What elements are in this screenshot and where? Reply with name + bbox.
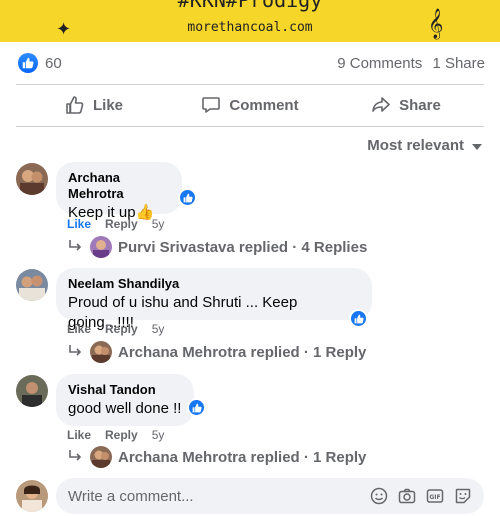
comment-author[interactable]: Archana Mehrotra [68,170,170,202]
avatar[interactable] [16,269,48,301]
reply-arrow-icon [68,449,82,466]
shares-count-link[interactable]: 1 Share [432,55,485,72]
reply-avatar [90,341,112,363]
comment-timestamp[interactable]: 5y [152,322,165,336]
reply-avatar [90,236,112,258]
comment-text: good well done !! [68,400,182,417]
banner-site: morethancoal.com [187,20,313,35]
comment-meta: Like Reply 5y [67,217,164,231]
emoji-icon[interactable] [370,487,388,505]
comment-timestamp[interactable]: 5y [152,217,165,231]
composer-tools: GIF [370,487,472,505]
stats-links: 9 Comments 1 Share [331,55,485,72]
reply-avatar [90,446,112,468]
like-button[interactable]: Like [16,86,172,124]
view-replies-link[interactable]: Purvi Srivastava replied · 4 Replies [68,236,367,258]
comment-input[interactable]: Write a comment... GIF [56,478,484,514]
comment-like-button[interactable]: Like [67,217,91,231]
comment-reply-button[interactable]: Reply [105,322,138,336]
comment-bubble-icon [201,95,221,115]
replies-summary: Archana Mehrotra replied · 1 Reply [118,343,367,361]
comment-like-button[interactable]: Like [67,322,91,336]
like-label: Like [92,96,123,114]
share-arrow-icon [371,95,391,115]
sort-label: Most relevant [367,137,464,154]
post-stats: 60 9 Comments 1 Share [0,42,500,84]
comment-label: Comment [229,96,299,114]
comment-sort-dropdown[interactable]: Most relevant [367,137,482,154]
replies-summary: Purvi Srivastava replied · 4 Replies [118,238,368,256]
caret-down-icon [472,137,482,154]
comment-bubble: Archana Mehrotra Keep it up👍 [56,162,182,221]
thumbs-up-icon [65,95,85,115]
banner-title: #KKN#Prodigy [177,0,323,12]
comment-timestamp[interactable]: 5y [152,428,165,442]
comment-bubble: Neelam Shandilya Proud of u ishu and Shr… [56,268,372,331]
treble-clef-icon: 𝄞 [428,8,444,38]
comment-meta: Like Reply 5y [67,428,164,442]
like-reaction-icon[interactable] [187,398,206,417]
reply-arrow-icon [68,239,82,256]
post-action-bar: Like Comment Share [16,86,484,124]
svg-text:GIF: GIF [429,494,440,501]
reply-arrow-icon [68,344,82,361]
camera-icon[interactable] [398,487,416,505]
view-replies-link[interactable]: Archana Mehrotra replied · 1 Reply [68,446,366,468]
comment-input-placeholder: Write a comment... [68,487,194,505]
comment-reply-button[interactable]: Reply [105,217,138,231]
divider [16,126,484,127]
gif-icon[interactable]: GIF [426,487,444,505]
comment-bubble: Vishal Tandon good well done !! [56,374,194,426]
comments-count-link[interactable]: 9 Comments [337,55,422,72]
view-replies-link[interactable]: Archana Mehrotra replied · 1 Reply [68,341,366,363]
avatar[interactable] [16,375,48,407]
like-reaction-icon[interactable] [18,53,38,73]
comment-button[interactable]: Comment [172,86,328,124]
comment-author[interactable]: Vishal Tandon [68,382,182,398]
comment-author[interactable]: Neelam Shandilya [68,276,360,292]
share-button[interactable]: Share [328,86,484,124]
comment-meta: Like Reply 5y [67,322,164,336]
comment-reply-button[interactable]: Reply [105,428,138,442]
avatar[interactable] [16,163,48,195]
like-reaction-icon[interactable] [178,188,197,207]
reaction-count[interactable]: 60 [45,55,62,72]
divider [16,84,484,85]
like-reaction-icon[interactable] [349,309,368,328]
sticker-icon[interactable] [454,487,472,505]
share-label: Share [399,96,441,114]
post-image-banner[interactable]: #KKN#Prodigy ✦ morethancoal.com 𝄞 [0,0,500,42]
replies-summary: Archana Mehrotra replied · 1 Reply [118,448,367,466]
comment-like-button[interactable]: Like [67,428,91,442]
current-user-avatar[interactable] [16,480,48,512]
